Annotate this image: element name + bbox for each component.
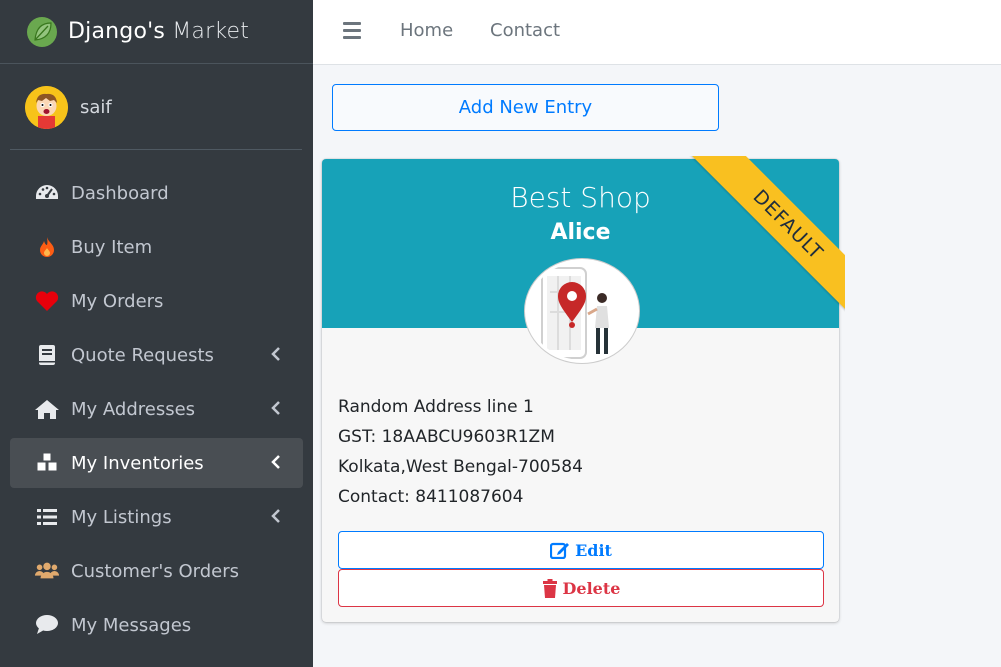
address-block: Random Address line 1 GST: 18AABCU9603R1… xyxy=(338,392,583,512)
avatar-face-icon xyxy=(25,85,68,129)
sidebar-item-label: My Messages xyxy=(71,614,192,636)
nav-link-home[interactable]: Home xyxy=(400,20,453,41)
hamburger-menu-icon[interactable] xyxy=(343,22,361,39)
sidebar: Django's Market saif Dashboard Buy Item … xyxy=(0,0,313,667)
map-pin-phone-icon xyxy=(541,267,609,359)
book-icon xyxy=(34,343,60,367)
delete-label: Delete xyxy=(562,578,621,598)
sidebar-item-label: My Addresses xyxy=(71,398,196,420)
location-illustration xyxy=(525,259,639,363)
sidebar-item-customers-orders[interactable]: Customer's Orders xyxy=(10,546,303,596)
sidebar-item-my-orders[interactable]: My Orders xyxy=(10,276,303,326)
sidebar-item-buy-item[interactable]: Buy Item xyxy=(10,222,303,272)
brand-name: Django's Market xyxy=(68,19,250,44)
sidebar-item-label: Quote Requests xyxy=(71,344,214,366)
heart-icon xyxy=(34,289,60,313)
users-icon xyxy=(34,559,60,583)
sidebar-item-quote-requests[interactable]: Quote Requests xyxy=(10,330,303,380)
chevron-left-icon xyxy=(271,347,280,361)
sidebar-item-label: Dashboard xyxy=(71,182,169,204)
add-new-entry-button[interactable]: Add New Entry xyxy=(332,84,719,131)
cubes-icon xyxy=(34,451,60,475)
sidebar-item-my-addresses[interactable]: My Addresses xyxy=(10,384,303,434)
sidebar-item-label: Buy Item xyxy=(71,236,153,258)
sidebar-item-my-messages[interactable]: My Messages xyxy=(10,600,303,650)
gst-number: GST: 18AABCU9603R1ZM xyxy=(338,427,555,447)
sidebar-item-label: Customer's Orders xyxy=(71,560,240,582)
trash-icon xyxy=(542,578,557,598)
edit-button[interactable]: Edit xyxy=(338,531,824,569)
leaf-logo-icon xyxy=(27,16,57,47)
city-state: Kolkata,West Bengal-700584 xyxy=(338,457,583,477)
sidebar-item-label: My Orders xyxy=(71,290,164,312)
edit-icon xyxy=(550,542,570,559)
top-navbar: Home Contact xyxy=(313,0,1001,65)
contact-number: Contact: 8411087604 xyxy=(338,487,524,507)
chevron-left-icon xyxy=(271,455,280,469)
fire-icon xyxy=(34,235,60,259)
address-line: Random Address line 1 xyxy=(338,397,534,417)
home-icon xyxy=(34,397,60,421)
sidebar-item-dashboard[interactable]: Dashboard xyxy=(10,168,303,218)
chevron-left-icon xyxy=(271,401,280,415)
avatar xyxy=(25,85,68,129)
list-icon xyxy=(34,505,60,529)
ribbon-label: DEFAULT xyxy=(689,156,845,324)
sidebar-item-my-inventories[interactable]: My Inventories xyxy=(10,438,303,488)
sidebar-item-label: My Inventories xyxy=(71,452,204,474)
user-panel[interactable]: saif xyxy=(10,65,302,150)
brand-link[interactable]: Django's Market xyxy=(0,0,313,64)
user-name[interactable]: saif xyxy=(80,97,112,118)
nav-link-contact[interactable]: Contact xyxy=(490,20,560,41)
edit-label: Edit xyxy=(575,540,612,560)
chevron-left-icon xyxy=(271,509,280,523)
default-ribbon: DEFAULT xyxy=(655,156,845,346)
sidebar-nav: Dashboard Buy Item My Orders Quote Reque… xyxy=(10,168,303,654)
delete-button[interactable]: Delete xyxy=(338,569,824,607)
inventory-card: Best Shop Alice DEFAULT Random Address l… xyxy=(322,156,845,622)
comment-icon xyxy=(34,613,60,637)
tachometer-icon xyxy=(34,181,60,205)
sidebar-item-label: My Listings xyxy=(71,506,172,528)
sidebar-item-my-listings[interactable]: My Listings xyxy=(10,492,303,542)
